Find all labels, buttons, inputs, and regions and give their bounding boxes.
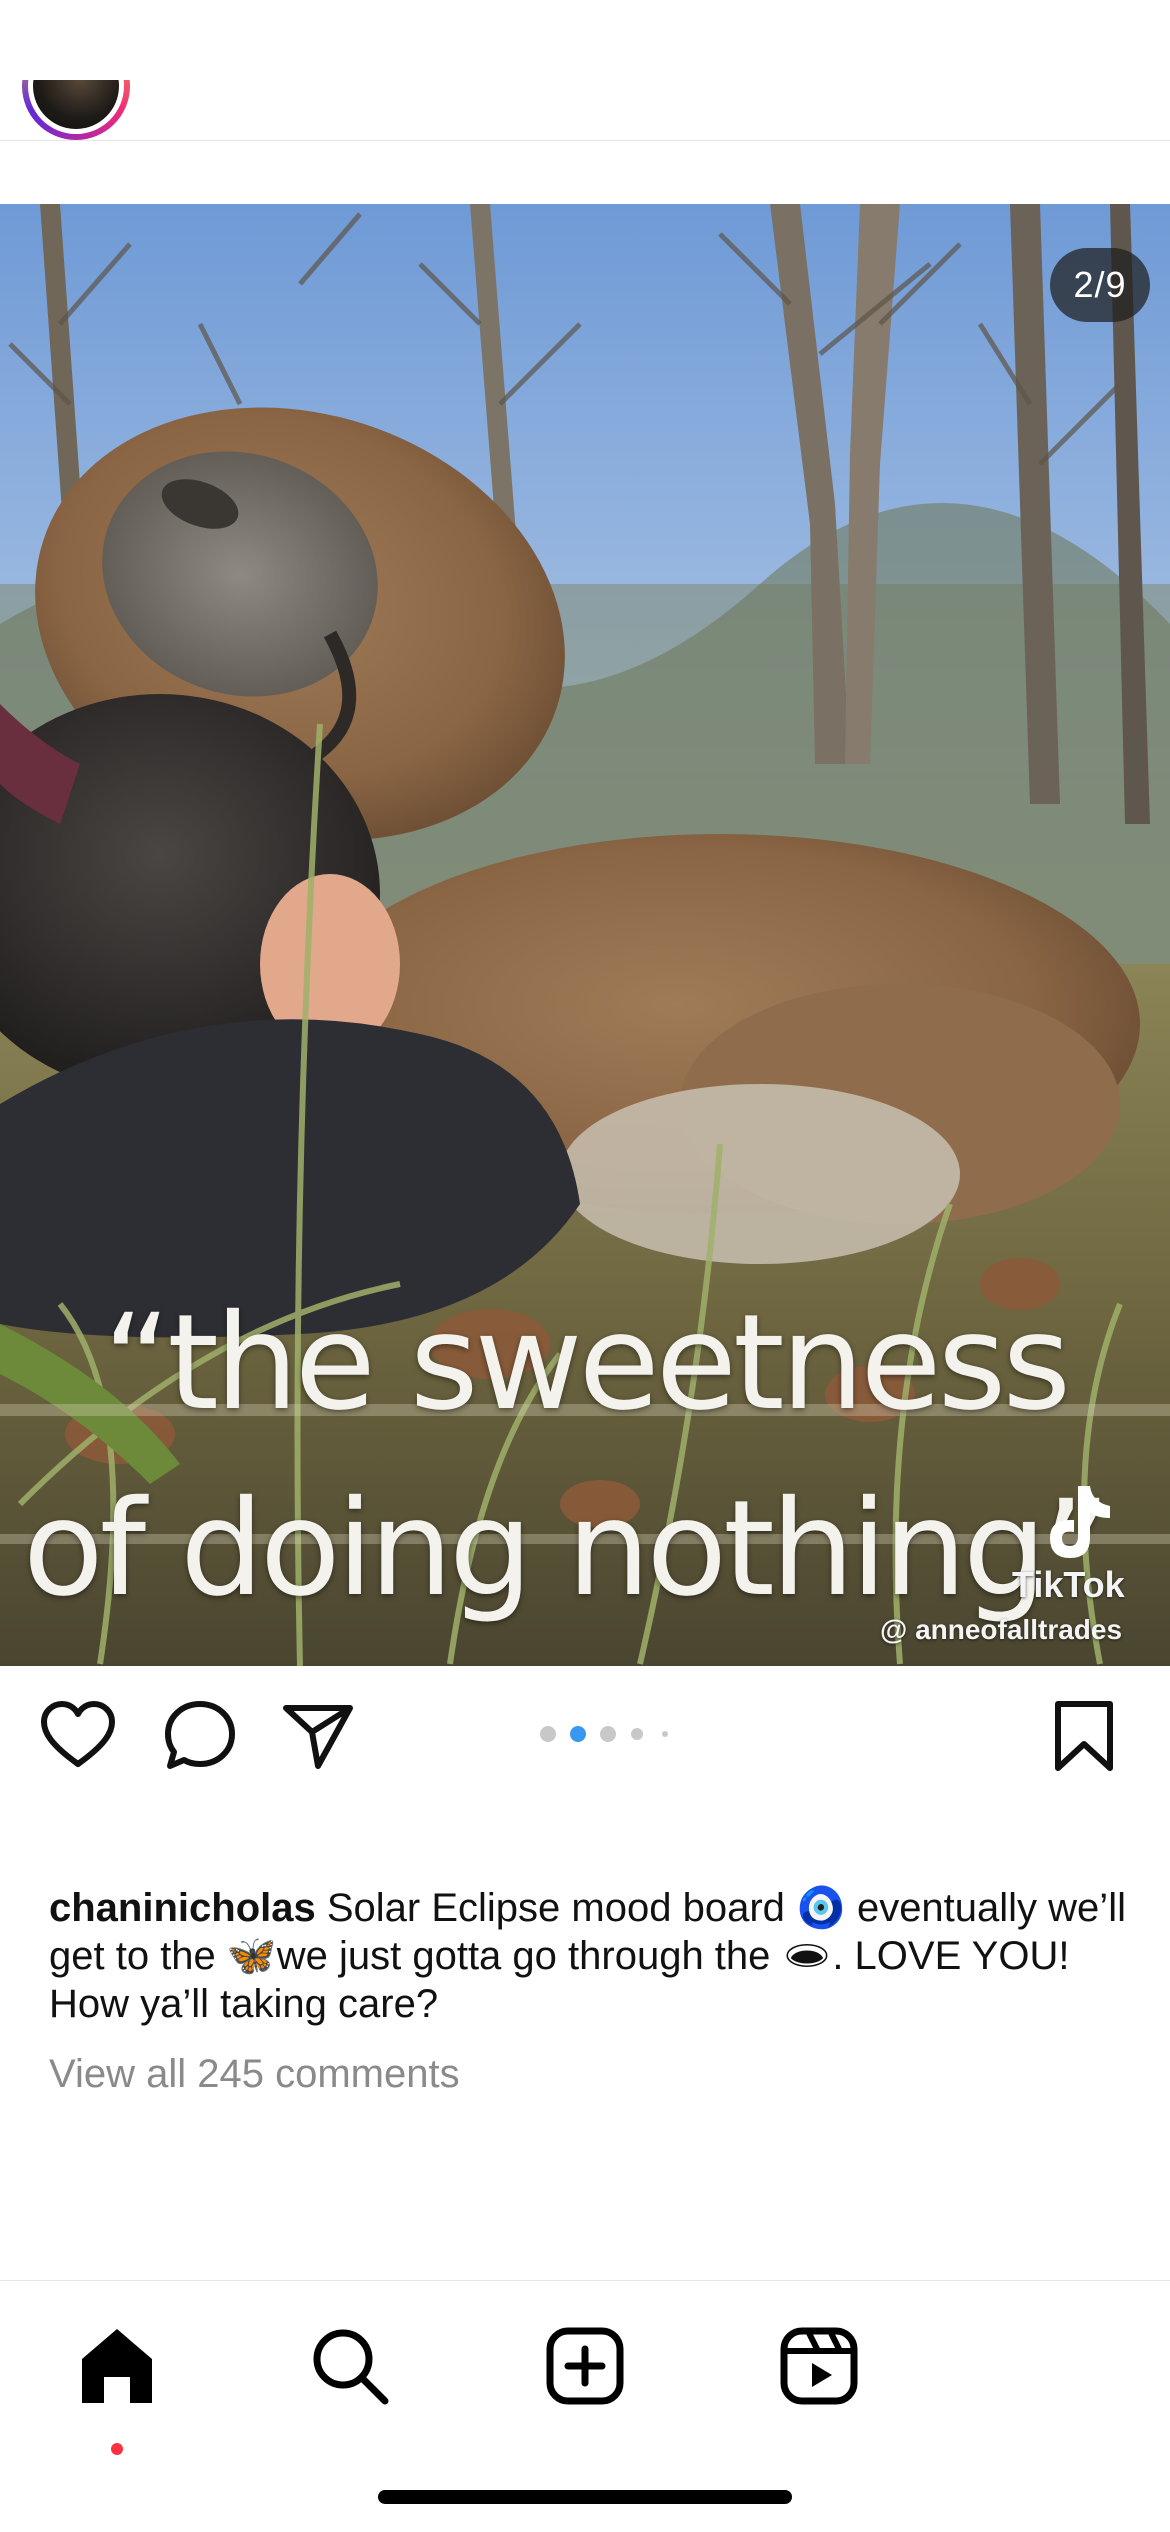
comment-icon[interactable] xyxy=(160,1696,240,1776)
carousel-dot xyxy=(662,1731,668,1737)
post-photo xyxy=(0,204,1170,1666)
post-action-bar xyxy=(0,1666,1170,1806)
overlay-caption-line-2: of doing nothing” xyxy=(22,1472,1111,1626)
tiktok-logo-icon xyxy=(1050,1486,1110,1558)
carousel-dot xyxy=(600,1726,616,1742)
like-heart-icon[interactable] xyxy=(38,1696,118,1776)
save-bookmark-icon[interactable] xyxy=(1044,1696,1124,1776)
home-indicator-bar xyxy=(378,2490,792,2504)
tiktok-watermark-handle: @ anneofalltrades xyxy=(880,1614,1123,1645)
plus-square-icon[interactable] xyxy=(540,2321,630,2411)
caption-text: Solar Eclipse mood board xyxy=(315,1886,797,1930)
post-media[interactable]: 2/9 “the sweetness of doing nothing” Tik… xyxy=(0,204,1170,1666)
home-icon[interactable] xyxy=(72,2321,162,2411)
app-screen: 2/9 “the sweetness of doing nothing” Tik… xyxy=(0,0,1170,2532)
carousel-dot-active xyxy=(570,1726,586,1742)
share-send-icon[interactable] xyxy=(278,1696,358,1776)
caption-text: we just gotta go through the xyxy=(276,1934,782,1978)
carousel-dot xyxy=(540,1726,556,1742)
author-avatar[interactable] xyxy=(22,80,134,180)
home-notification-dot xyxy=(111,2443,123,2455)
overlay-caption-line-1: “the sweetness xyxy=(102,1286,1071,1440)
carousel-dot xyxy=(631,1728,643,1740)
carousel-indicator xyxy=(540,1724,690,1744)
media-counter-badge: 2/9 xyxy=(1050,248,1150,322)
reels-icon[interactable] xyxy=(774,2321,864,2411)
nazar-emoji: 🧿 xyxy=(796,1886,846,1930)
hole-emoji: 🕳 xyxy=(781,1934,833,1978)
view-all-comments-link[interactable]: View all 245 comments xyxy=(49,2052,460,2097)
tiktok-watermark-label: TikTok xyxy=(1012,1564,1125,1605)
caption-username[interactable]: chaninicholas xyxy=(49,1886,316,1930)
top-bar xyxy=(0,0,1170,141)
search-icon[interactable] xyxy=(305,2321,395,2411)
post-caption: chaninicholas Solar Eclipse mood board 🧿… xyxy=(49,1884,1129,2028)
butterfly-emoji: 🦋 xyxy=(226,1934,277,1978)
